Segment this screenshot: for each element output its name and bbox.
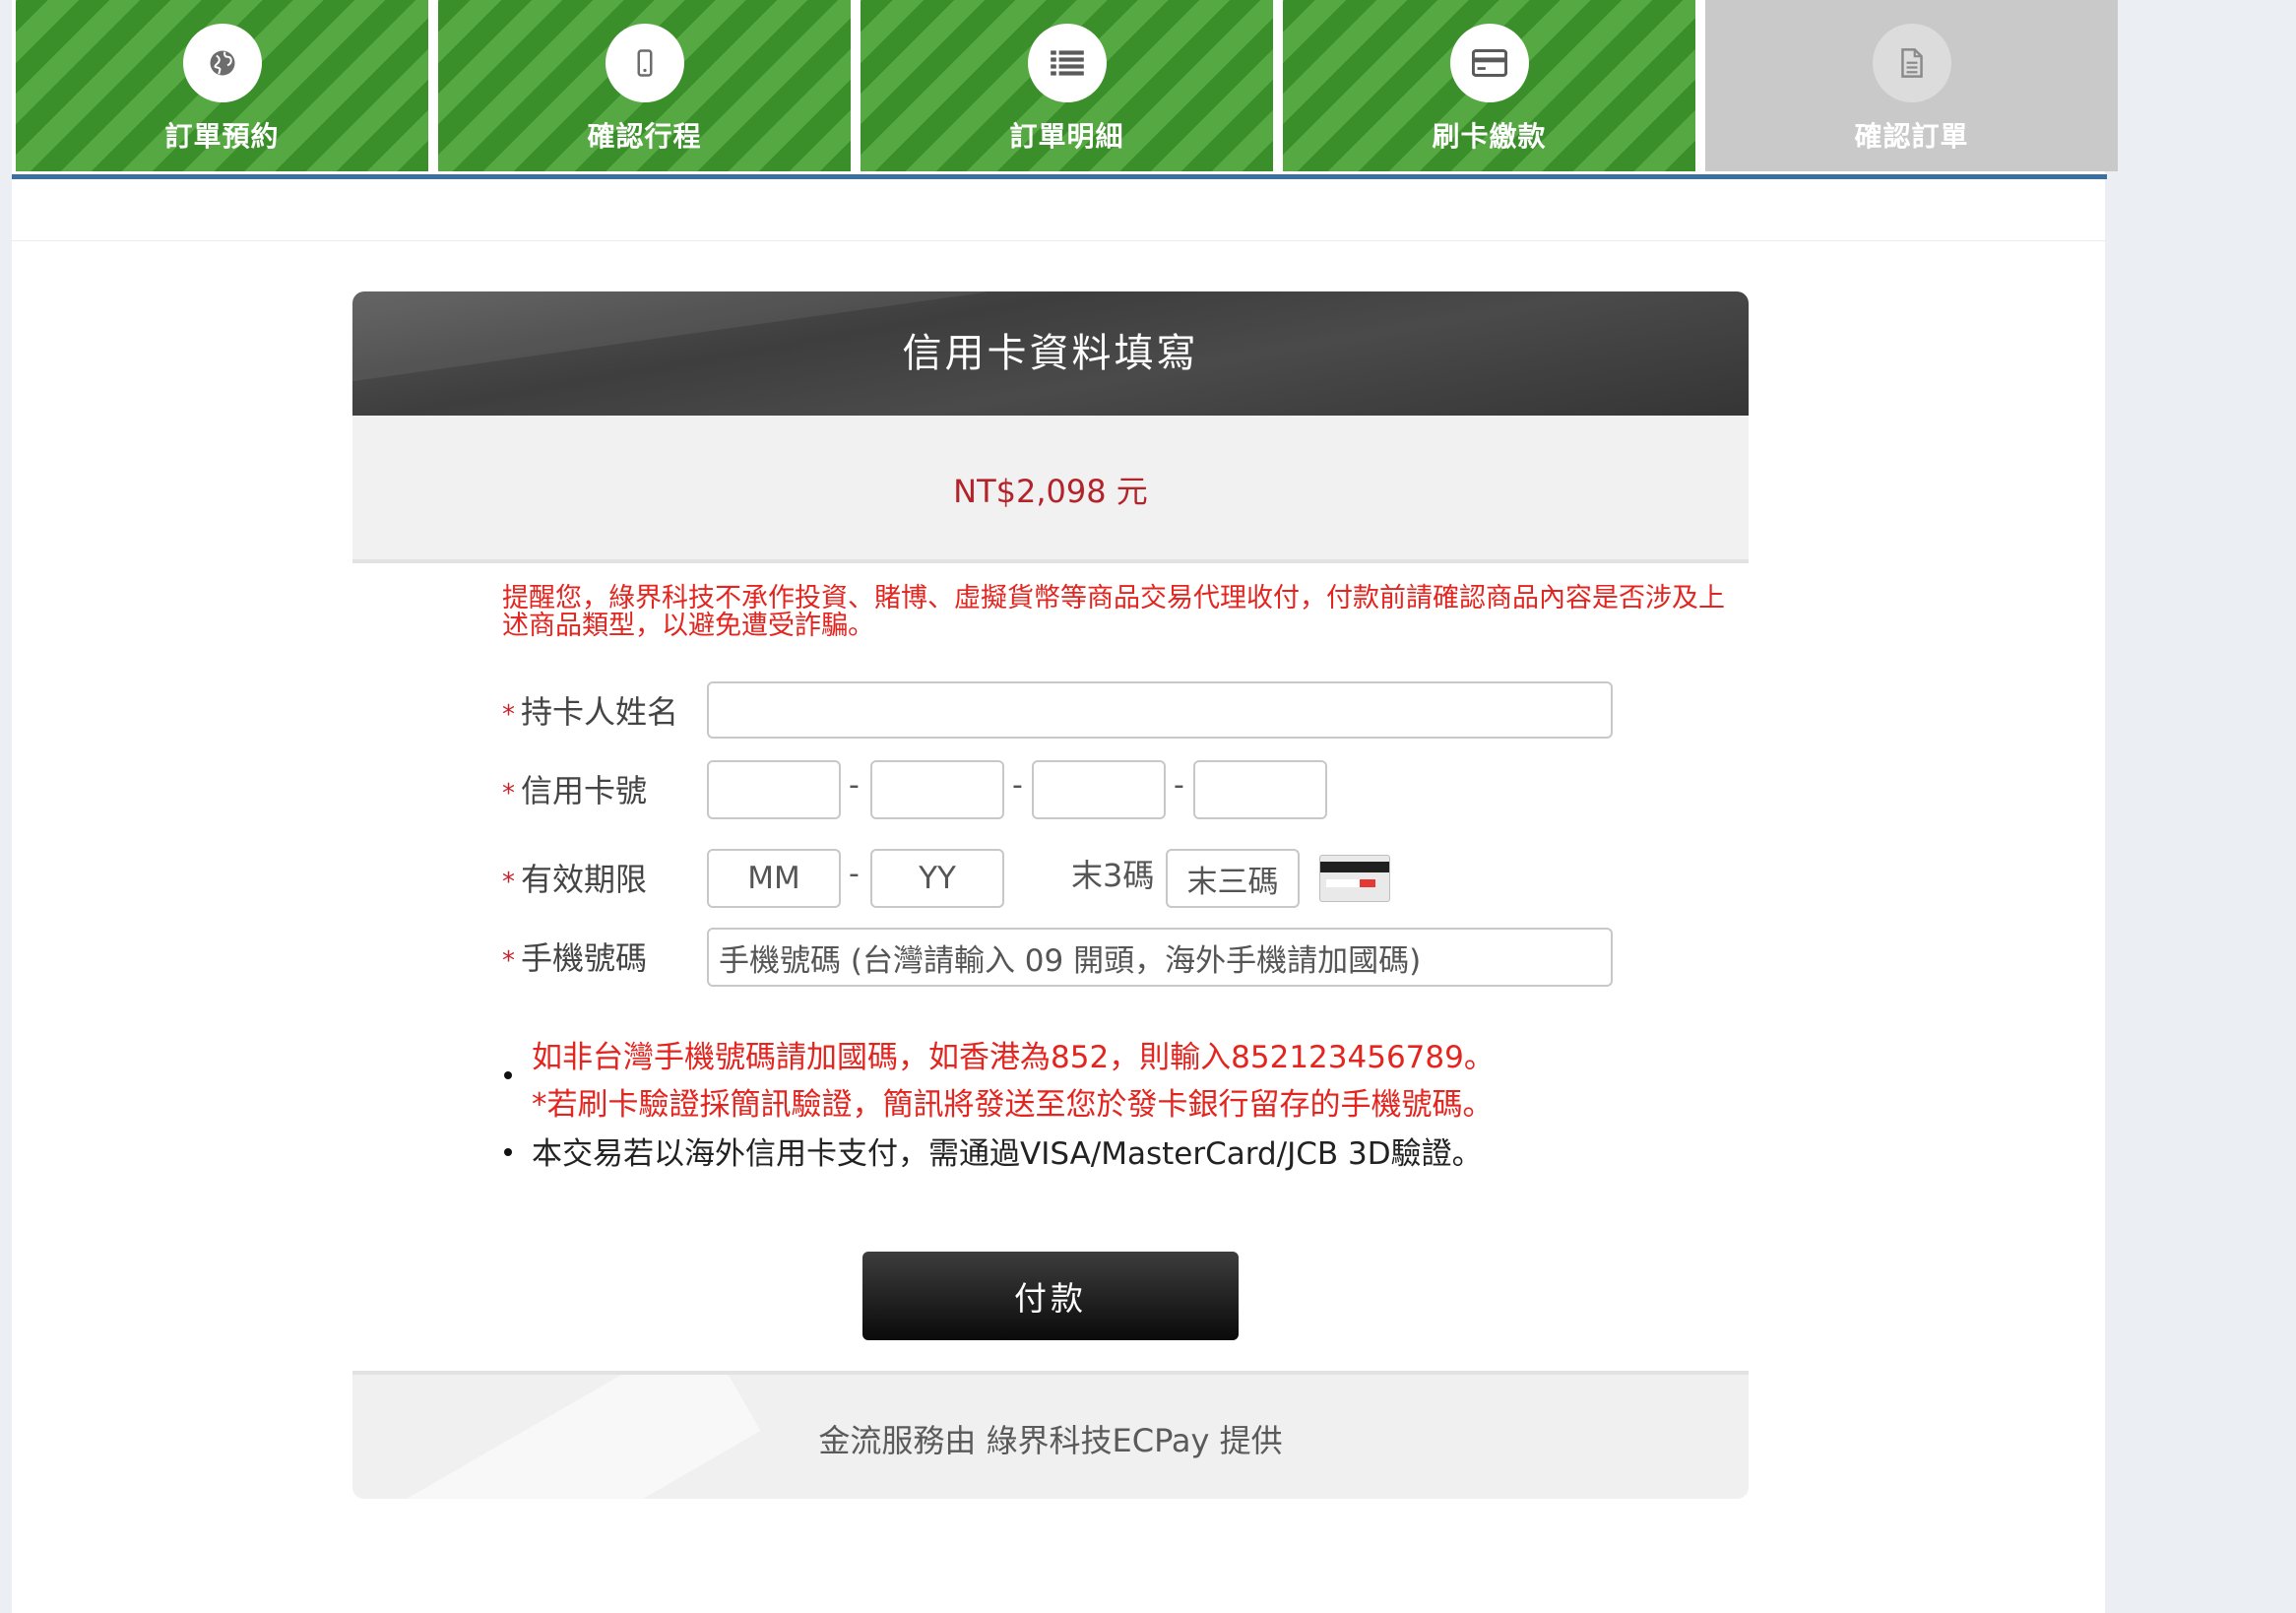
cvc-input[interactable]: 末三碼 [1166,849,1300,908]
bullet [504,1071,512,1079]
credit-card-form-panel: 信用卡資料填寫 NT$2,098 元 提醒您，綠界科技不承作投資、賭博、虛擬貨幣… [352,291,1749,1499]
card-number-part-1[interactable] [707,760,841,819]
cardholder-label-text: 持卡人姓名 [521,693,679,731]
intl-code-note: 如非台灣手機號碼請加國碼，如香港為852，則輸入852123456789。 [532,1040,1495,1075]
expiry-year-input[interactable]: YY [870,849,1004,908]
list-icon [1027,24,1107,102]
foreign-card-note: 本交易若以海外信用卡支付，需通過VISA/MasterCard/JCB 3D驗證… [532,1136,1483,1172]
card-number-part-2[interactable] [870,760,1004,819]
required-mark: * [502,779,515,808]
expiry-month-input[interactable]: MM [707,849,841,908]
amount-box: NT$2,098 元 [352,416,1749,563]
payment-amount: NT$2,098 元 [953,473,1148,510]
mobile-label: * 手機號碼 [502,934,647,979]
mobile-label-text: 手機號碼 [521,939,648,977]
mobile-number-input[interactable]: 手機號碼 (台灣請輸入 09 開頭，海外手機請加國碼) [707,928,1613,987]
required-mark: * [502,700,515,730]
cardholder-name-input[interactable] [707,681,1613,739]
step-label: 訂單明細 [1009,120,1124,153]
required-mark: * [502,868,515,897]
sms-verification-note: *若刷卡驗證採簡訊驗證，簡訊將發送至您於發卡銀行留存的手機號碼。 [532,1087,1494,1123]
step-order-details: 訂單明細 [861,0,1273,171]
provider-credit: 金流服務由 綠界科技ECPay 提供 [818,1422,1283,1459]
expiry-separator: - [849,857,860,891]
step-card-payment: 刷卡繳款 [1283,0,1695,171]
card-number-part-4[interactable] [1193,760,1327,819]
required-mark: * [502,946,515,976]
magnetic-stripe [1320,862,1389,872]
progress-line [12,174,2107,179]
fraud-warning: 提醒您，綠界科技不承作投資、賭博、虛擬貨幣等商品交易代理收付，付款前請確認商品內… [502,583,1725,641]
step-order-booking: 訂單預約 [16,0,428,171]
card-number-separator: - [1174,768,1184,803]
step-label: 訂單預約 [164,120,280,153]
card-back-icon [1319,855,1390,902]
step-confirm-order: 確認訂單 [1705,0,2118,171]
checkout-steps: 訂單預約 確認行程 訂單明細 刷卡繳款 確認訂單 [16,0,2118,171]
expiry-label: * 有效期限 [502,855,647,900]
card-number-separator: - [1012,768,1023,803]
document-icon [1872,24,1951,102]
cvc-highlight [1360,879,1375,887]
footer-box: 金流服務由 綠界科技ECPay 提供 [352,1371,1749,1499]
payment-page: 訂單預約 確認行程 訂單明細 刷卡繳款 確認訂單 信用卡資料填寫 NT$2,09… [12,0,2118,1613]
card-number-part-3[interactable] [1032,760,1166,819]
expiry-label-text: 有效期限 [521,861,648,898]
bullet [504,1148,512,1156]
form-header: 信用卡資料填寫 [352,291,1749,416]
cvc-label: 末3碼 [1071,857,1155,894]
pay-button[interactable]: 付款 [862,1252,1239,1340]
cardholder-label: * 持卡人姓名 [502,687,678,733]
step-label: 確認訂單 [1854,120,1969,153]
card-number-label-text: 信用卡號 [521,772,648,809]
step-label: 刷卡繳款 [1432,120,1547,153]
divider [12,240,2105,241]
step-label: 確認行程 [587,120,702,153]
mobile-icon [605,24,684,102]
card-number-label: * 信用卡號 [502,766,647,811]
credit-card-icon [1449,24,1529,102]
form-title: 信用卡資料填寫 [902,331,1199,376]
globe-icon [182,24,262,102]
card-number-separator: - [849,768,860,803]
step-confirm-itinerary: 確認行程 [438,0,851,171]
